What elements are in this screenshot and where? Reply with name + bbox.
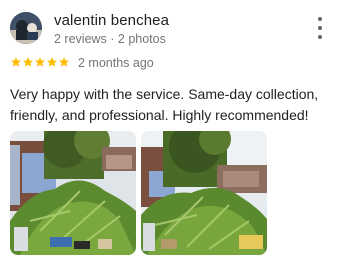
reviewer-meta: 2 reviews · 2 photos <box>54 32 166 46</box>
reviewer-name[interactable]: valentin benchea <box>54 12 169 29</box>
review-text: Very happy with the service. Same-day co… <box>10 86 319 123</box>
avatar-image <box>10 12 42 44</box>
avatar[interactable] <box>10 12 42 44</box>
star-icon <box>11 57 21 67</box>
review-photo-2[interactable] <box>141 131 267 255</box>
star-icon <box>59 57 69 67</box>
garden-waste-pile-photo <box>141 131 267 255</box>
more-vert-icon <box>318 17 322 21</box>
star-icon <box>47 57 57 67</box>
star-rating <box>10 56 70 68</box>
garden-waste-pile-photo <box>10 131 136 255</box>
star-icon <box>23 57 33 67</box>
more-options-button[interactable] <box>310 17 330 39</box>
star-icon <box>35 57 45 67</box>
review-photo-1[interactable] <box>10 131 136 255</box>
review-time: 2 months ago <box>78 56 154 70</box>
